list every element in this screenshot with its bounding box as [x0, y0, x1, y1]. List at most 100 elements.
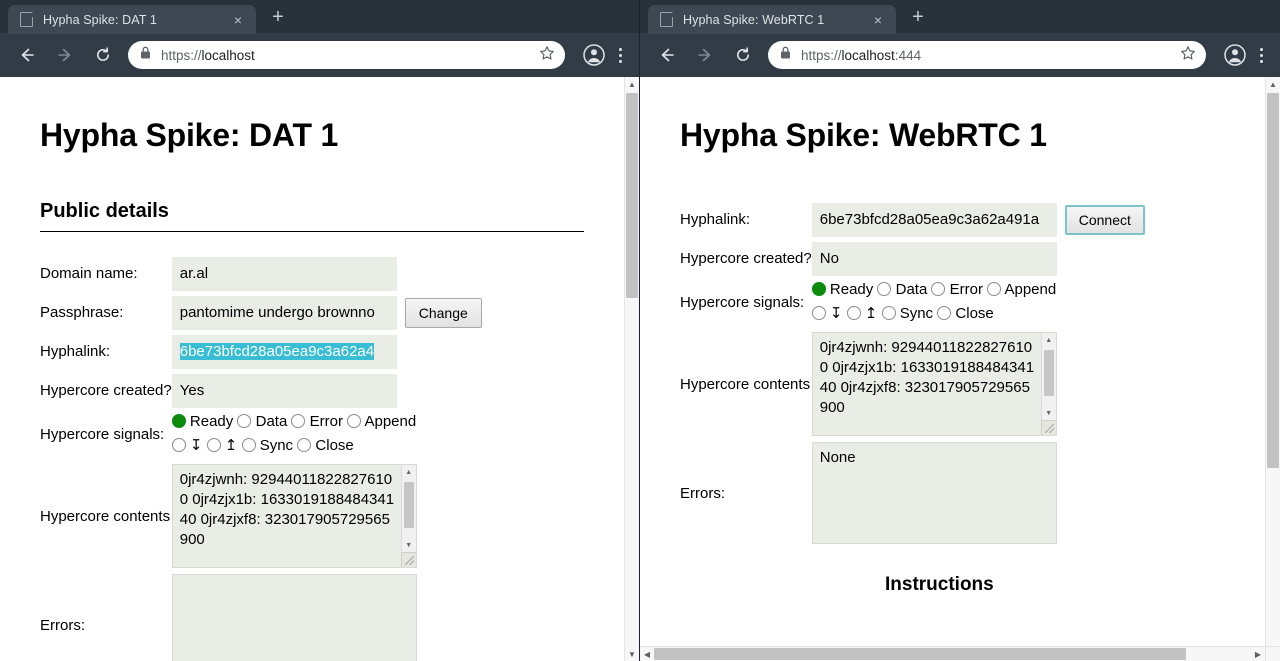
browser-toolbar-right: https://localhost:444	[640, 33, 1280, 77]
field-row-signals: Hypercore signals: Ready Data Error Appe…	[40, 410, 584, 458]
scroll-right-icon[interactable]: ▶	[1251, 647, 1265, 661]
browser-menu-button[interactable]	[609, 47, 631, 63]
page-vertical-scrollbar-left[interactable]: ▲ ▼	[624, 77, 639, 661]
hypercore-contents-textarea[interactable]: 0jr4zjwnh: 929440118228276100 0jr4zjx1b:…	[171, 464, 417, 568]
browser-window-right: Hypha Spike: WebRTC 1 × + https://localh…	[640, 0, 1280, 661]
forward-button[interactable]	[690, 40, 720, 70]
back-button[interactable]	[12, 40, 42, 70]
resize-grip-icon[interactable]	[400, 552, 416, 567]
profile-avatar-icon[interactable]	[1222, 42, 1248, 68]
close-icon[interactable]: ×	[868, 10, 888, 30]
field-row-contents: Hypercore contents 0jr4zjwnh: 9294401182…	[40, 458, 584, 574]
signal-label-sync: Sync	[255, 437, 298, 454]
hyphalink-label: Hyphalink:	[40, 343, 111, 360]
hyphalink-input[interactable]: 6be73bfcd28a05ea9c3a62a4	[171, 334, 397, 369]
scroll-down-icon[interactable]: ▼	[1042, 406, 1056, 421]
resize-grip-icon[interactable]	[1040, 420, 1056, 435]
field-row-created: Hypercore created? No	[680, 239, 1225, 278]
passphrase-label: Passphrase:	[40, 304, 124, 321]
url-port: :444	[894, 47, 922, 63]
forward-button[interactable]	[50, 40, 80, 70]
errors-textarea[interactable]	[171, 574, 417, 661]
scroll-up-icon[interactable]: ▲	[1042, 333, 1056, 348]
url-text: https://localhost	[161, 48, 533, 63]
errors-textarea[interactable]: None	[811, 442, 1057, 544]
domain-name-input[interactable]: ar.al	[171, 256, 397, 291]
scroll-thumb[interactable]	[1043, 350, 1054, 396]
address-bar-right[interactable]: https://localhost:444	[768, 41, 1206, 69]
signal-indicator-upload	[846, 306, 861, 320]
tab-title: Hypha Spike: DAT 1	[43, 12, 157, 27]
scroll-up-icon[interactable]: ▲	[1266, 77, 1280, 91]
vertical-scroll-thumb[interactable]	[1267, 93, 1279, 468]
signal-indicator-sync	[881, 306, 896, 320]
signal-label-ready: Ready	[185, 413, 238, 430]
signal-indicator-append	[987, 282, 1002, 296]
scroll-thumb[interactable]	[403, 482, 414, 528]
scroll-left-icon[interactable]: ◀	[640, 647, 654, 661]
page-content-left: Hypha Spike: DAT 1 Public details Domain…	[0, 77, 624, 661]
tab-dat-1[interactable]: Hypha Spike: DAT 1 ×	[8, 5, 256, 34]
browser-toolbar-left: https://localhost	[0, 33, 639, 77]
signal-indicator-sync	[241, 438, 256, 452]
hypercore-signals-label: Hypercore signals:	[40, 425, 165, 443]
browser-window-left: Hypha Spike: DAT 1 × + https://localhost	[0, 0, 640, 661]
browser-menu-button[interactable]	[1250, 47, 1272, 63]
lock-icon	[140, 46, 151, 64]
field-row-contents: Hypercore contents 0jr4zjwnh: 9294401182…	[680, 326, 1225, 442]
signal-indicator-data	[237, 414, 252, 428]
signal-indicator-download	[171, 438, 186, 452]
back-button[interactable]	[652, 40, 682, 70]
scroll-down-icon[interactable]: ▼	[402, 538, 416, 553]
new-tab-button[interactable]: +	[904, 3, 932, 31]
hypercore-created-input[interactable]: Yes	[171, 373, 397, 408]
field-row-signals: Hypercore signals: Ready Data Error Appe…	[680, 278, 1225, 326]
signal-label-error: Error	[945, 281, 988, 298]
webrtc-details-table: Hyphalink: 6be73bfcd28a05ea9c3a62a491a C…	[680, 200, 1225, 544]
hypercore-signals-group-left: Ready Data Error Append ↧ ↥ Sync Close	[171, 410, 417, 458]
horizontal-scroll-thumb[interactable]	[654, 648, 1186, 660]
errors-label: Errors:	[40, 616, 85, 634]
hyphalink-input[interactable]: 6be73bfcd28a05ea9c3a62a491a	[811, 202, 1057, 237]
new-tab-button[interactable]: +	[264, 3, 292, 31]
hypercore-created-input[interactable]: No	[811, 241, 1057, 276]
scroll-down-icon[interactable]: ▼	[625, 647, 639, 661]
page-title: Hypha Spike: DAT 1	[40, 117, 339, 153]
page-vertical-scrollbar-right[interactable]: ▲ ▼	[1265, 77, 1280, 661]
page-favicon-icon	[660, 11, 674, 27]
hypercore-signals-group-right: Ready Data Error Append ↧ ↥ Sync Close	[811, 278, 1057, 326]
scroll-up-icon[interactable]: ▲	[625, 77, 639, 91]
signal-label-ready: Ready	[825, 281, 878, 298]
signal-label-close: Close	[311, 437, 354, 454]
field-row-hyphalink: Hyphalink: 6be73bfcd28a05ea9c3a62a4	[40, 332, 584, 371]
reload-button[interactable]	[88, 40, 118, 70]
tab-webrtc-1[interactable]: Hypha Spike: WebRTC 1 ×	[648, 5, 896, 34]
tab-strip-right: Hypha Spike: WebRTC 1 × +	[640, 0, 1280, 34]
signal-indicator-ready	[811, 282, 826, 296]
url-text: https://localhost:444	[801, 48, 1174, 63]
page-title: Hypha Spike: WebRTC 1	[680, 117, 1047, 153]
signal-indicator-upload	[206, 438, 221, 452]
address-bar-left[interactable]: https://localhost	[128, 41, 565, 69]
url-host: localhost	[201, 47, 255, 63]
desktop: Hypha Spike: DAT 1 × + https://localhost	[0, 0, 1280, 661]
signal-indicator-data	[877, 282, 892, 296]
vertical-scroll-thumb[interactable]	[626, 93, 638, 298]
hypercore-contents-text: 0jr4zjwnh: 929440118228276100 0jr4zjx1b:…	[179, 471, 395, 548]
reload-button[interactable]	[728, 40, 758, 70]
change-passphrase-button[interactable]: Change	[404, 297, 482, 328]
hypercore-created-label: Hypercore created?	[680, 250, 812, 267]
tab-strip-left: Hypha Spike: DAT 1 × +	[0, 0, 639, 34]
profile-avatar-icon[interactable]	[581, 42, 607, 68]
passphrase-input[interactable]: pantomime undergo brownno	[171, 295, 397, 330]
signal-indicator-close	[937, 306, 952, 320]
close-icon[interactable]: ×	[228, 10, 248, 30]
bookmark-star-icon[interactable]	[1180, 45, 1196, 66]
signal-label-data: Data	[891, 281, 932, 298]
scroll-up-icon[interactable]: ▲	[402, 465, 416, 480]
bookmark-star-icon[interactable]	[539, 45, 555, 66]
hypercore-contents-textarea[interactable]: 0jr4zjwnh: 929440118228276100 0jr4zjx1b:…	[811, 332, 1057, 436]
signal-indicator-error	[291, 414, 306, 428]
connect-button[interactable]: Connect	[1064, 204, 1145, 235]
page-horizontal-scrollbar-right[interactable]: ◀ ▶	[640, 646, 1280, 661]
